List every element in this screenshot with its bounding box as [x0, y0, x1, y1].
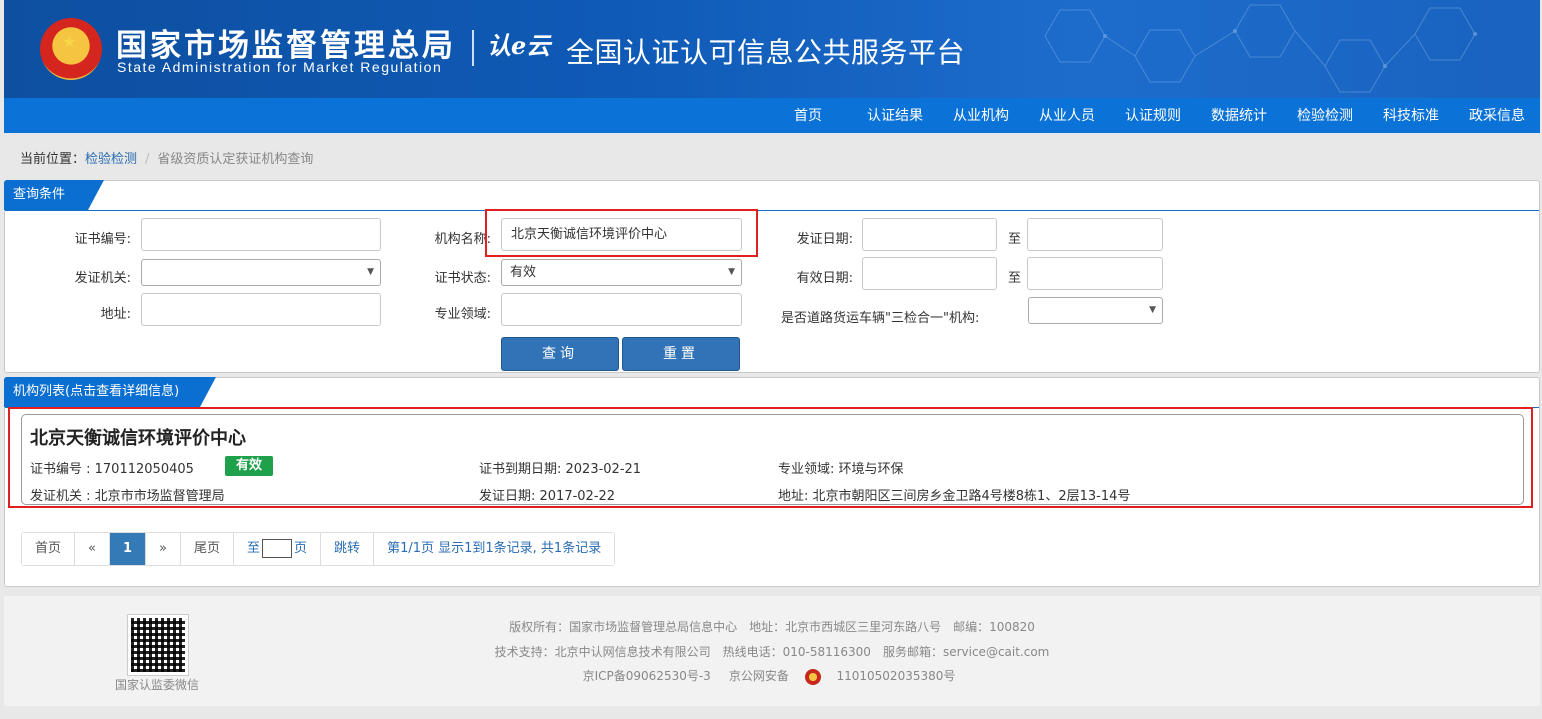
result-cert-no: 证书编号 : 170112050405 — [30, 462, 194, 477]
chevron-down-icon: ▼ — [367, 267, 374, 277]
national-emblem-icon: ★ — [40, 18, 102, 80]
breadcrumb-inspection-link[interactable]: 检验检测 — [85, 152, 137, 167]
issue-date-to-input[interactable] — [1027, 218, 1163, 251]
breadcrumb-prefix: 当前位置： — [20, 152, 86, 167]
issuer-label: 发证机关: — [74, 271, 131, 286]
nav-item-institutions[interactable]: 从业机构 — [938, 98, 1024, 133]
nav-item-personnel[interactable]: 从业人员 — [1024, 98, 1110, 133]
pager-next[interactable]: » — [146, 533, 181, 565]
query-panel: 查询条件 证书编号: 机构名称: 北京天衡诚信环境评价中心 发证日期: 至 发证… — [4, 180, 1540, 373]
chevron-down-icon: ▼ — [1149, 305, 1156, 315]
pager-last[interactable]: 尾页 — [181, 533, 235, 565]
search-button[interactable]: 查询 — [501, 337, 619, 371]
result-card[interactable]: 北京天衡诚信环境评价中心 证书编号 : 170112050405 有效 证书到期… — [21, 414, 1524, 505]
org-name-label: 机构名称: — [434, 232, 491, 247]
cert-no-input[interactable] — [141, 218, 381, 251]
result-address: 地址: 北京市朝阳区三间房乡金卫路4号楼8栋1、2层13-14号 — [778, 489, 1131, 504]
issuer-select[interactable]: ▼ — [141, 259, 381, 286]
platform-title: 全国认证认可信息公共服务平台 — [566, 36, 966, 69]
hexagon-pattern-decoration — [1044, 4, 1477, 93]
pager-jump-button[interactable]: 跳转 — [321, 533, 375, 565]
footer-hotline: 热线电话：010-58116300 — [722, 645, 871, 659]
issue-date-from-input[interactable] — [862, 218, 997, 251]
pager-goto-pre: 至 — [247, 541, 261, 556]
pager-goto: 至页 — [234, 533, 322, 565]
valid-date-to-label: 至 — [1007, 271, 1021, 286]
main-nav: 首页 认证结果 从业机构 从业人员 认证规则 数据统计 检验检测 科技标准 政采… — [4, 98, 1540, 133]
footer-address: 地址：北京市西城区三里河东路八号 — [749, 620, 942, 634]
pagination: 首页 « 1 » 尾页 至页 跳转 第1/1页 显示1到1条记录, 共1条记录 — [21, 532, 616, 566]
breadcrumb-current: 省级资质认定获证机构查询 — [157, 152, 314, 167]
site-name-en: State Administration for Market Regulati… — [117, 59, 443, 75]
breadcrumb: 当前位置：检验检测 / 省级资质认定获证机构查询 — [20, 148, 313, 167]
footer-copyright: 版权所有：国家市场监督管理总局信息中心 — [509, 620, 738, 634]
footer-line-1: 版权所有：国家市场监督管理总局信息中心 地址：北京市西城区三里河东路八号 邮编：10… — [4, 618, 1540, 635]
site-header: ★ 国家市场监督管理总局 State Administration for Ma… — [4, 0, 1540, 98]
pager-goto-post: 页 — [294, 541, 308, 556]
org-name-highlight — [485, 209, 758, 257]
police-badge-icon — [804, 668, 821, 685]
three-in-one-label: 是否道路货运车辆"三检合一"机构: — [781, 311, 980, 326]
nav-item-inspection[interactable]: 检验检测 — [1282, 98, 1368, 133]
valid-date-label: 有效日期: — [796, 271, 853, 286]
reset-button[interactable]: 重置 — [622, 337, 740, 371]
footer-police-no: 11010502035380号 — [836, 669, 956, 683]
field-label: 专业领域: — [434, 307, 491, 322]
header-divider — [472, 30, 474, 66]
breadcrumb-separator: / — [145, 152, 150, 167]
result-org-name[interactable]: 北京天衡诚信环境评价中心 — [30, 424, 246, 450]
nav-item-procurement[interactable]: 政采信息 — [1454, 98, 1540, 133]
address-label: 地址: — [100, 307, 131, 322]
issue-date-to-label: 至 — [1007, 232, 1021, 247]
page-number-input[interactable] — [262, 539, 293, 558]
pager-summary: 第1/1页 显示1到1条记录, 共1条记录 — [374, 533, 615, 565]
pager-first[interactable]: 首页 — [22, 533, 76, 565]
nav-item-standards[interactable]: 科技标准 — [1368, 98, 1454, 133]
nav-item-cert-rules[interactable]: 认证规则 — [1110, 98, 1196, 133]
site-footer: 国家认监委微信 版权所有：国家市场监督管理总局信息中心 地址：北京市西城区三里河东… — [4, 596, 1540, 706]
status-label: 证书状态: — [434, 271, 491, 286]
footer-postcode: 邮编：100820 — [953, 620, 1035, 634]
footer-police-label: 京公网安备 — [728, 669, 789, 683]
page: ★ 国家市场监督管理总局 State Administration for Ma… — [0, 0, 1542, 719]
field-input[interactable] — [501, 293, 742, 326]
three-in-one-select[interactable]: ▼ — [1028, 297, 1163, 324]
footer-icp[interactable]: 京ICP备09062530号-3 — [583, 669, 711, 683]
footer-line-3: 京ICP备09062530号-3 京公网安备 11010502035380号 — [4, 667, 1540, 685]
footer-police[interactable]: 京公网安备 11010502035380号 — [723, 668, 962, 685]
address-input[interactable] — [141, 293, 381, 326]
valid-date-from-input[interactable] — [862, 257, 997, 290]
result-issuer: 发证机关 : 北京市市场监督管理局 — [30, 489, 225, 504]
results-panel-title: 机构列表(点击查看详细信息) — [4, 377, 216, 407]
issue-date-label: 发证日期: — [796, 232, 853, 247]
footer-line-2: 技术支持：北京中认网信息技术有限公司 热线电话：010-58116300 服务邮箱：… — [4, 643, 1540, 660]
result-field: 专业领域: 环境与环保 — [778, 462, 904, 477]
footer-email: 服务邮箱：service@cait.com — [882, 645, 1050, 659]
pager-current-page[interactable]: 1 — [109, 533, 147, 565]
rey-logo: 认e云 — [487, 31, 551, 60]
result-expiry-date: 证书到期日期: 2023-02-21 — [479, 462, 642, 477]
result-issue-date: 发证日期: 2017-02-22 — [479, 489, 616, 504]
status-select[interactable]: 有效 ▼ — [501, 259, 742, 286]
nav-item-statistics[interactable]: 数据统计 — [1196, 98, 1282, 133]
status-badge: 有效 — [225, 456, 273, 476]
query-panel-title: 查询条件 — [4, 180, 104, 210]
cert-no-label: 证书编号: — [74, 232, 131, 247]
panel-divider — [5, 210, 1539, 211]
nav-item-home[interactable]: 首页 — [779, 98, 852, 133]
nav-item-cert-results[interactable]: 认证结果 — [852, 98, 938, 133]
status-select-value: 有效 — [510, 265, 537, 280]
pager-prev[interactable]: « — [75, 533, 110, 565]
chevron-down-icon: ▼ — [728, 267, 735, 277]
results-panel: 机构列表(点击查看详细信息) 北京天衡诚信环境评价中心 证书编号 : 17011… — [4, 377, 1540, 587]
valid-date-to-input[interactable] — [1027, 257, 1163, 290]
footer-support: 技术支持：北京中认网信息技术有限公司 — [494, 645, 711, 659]
